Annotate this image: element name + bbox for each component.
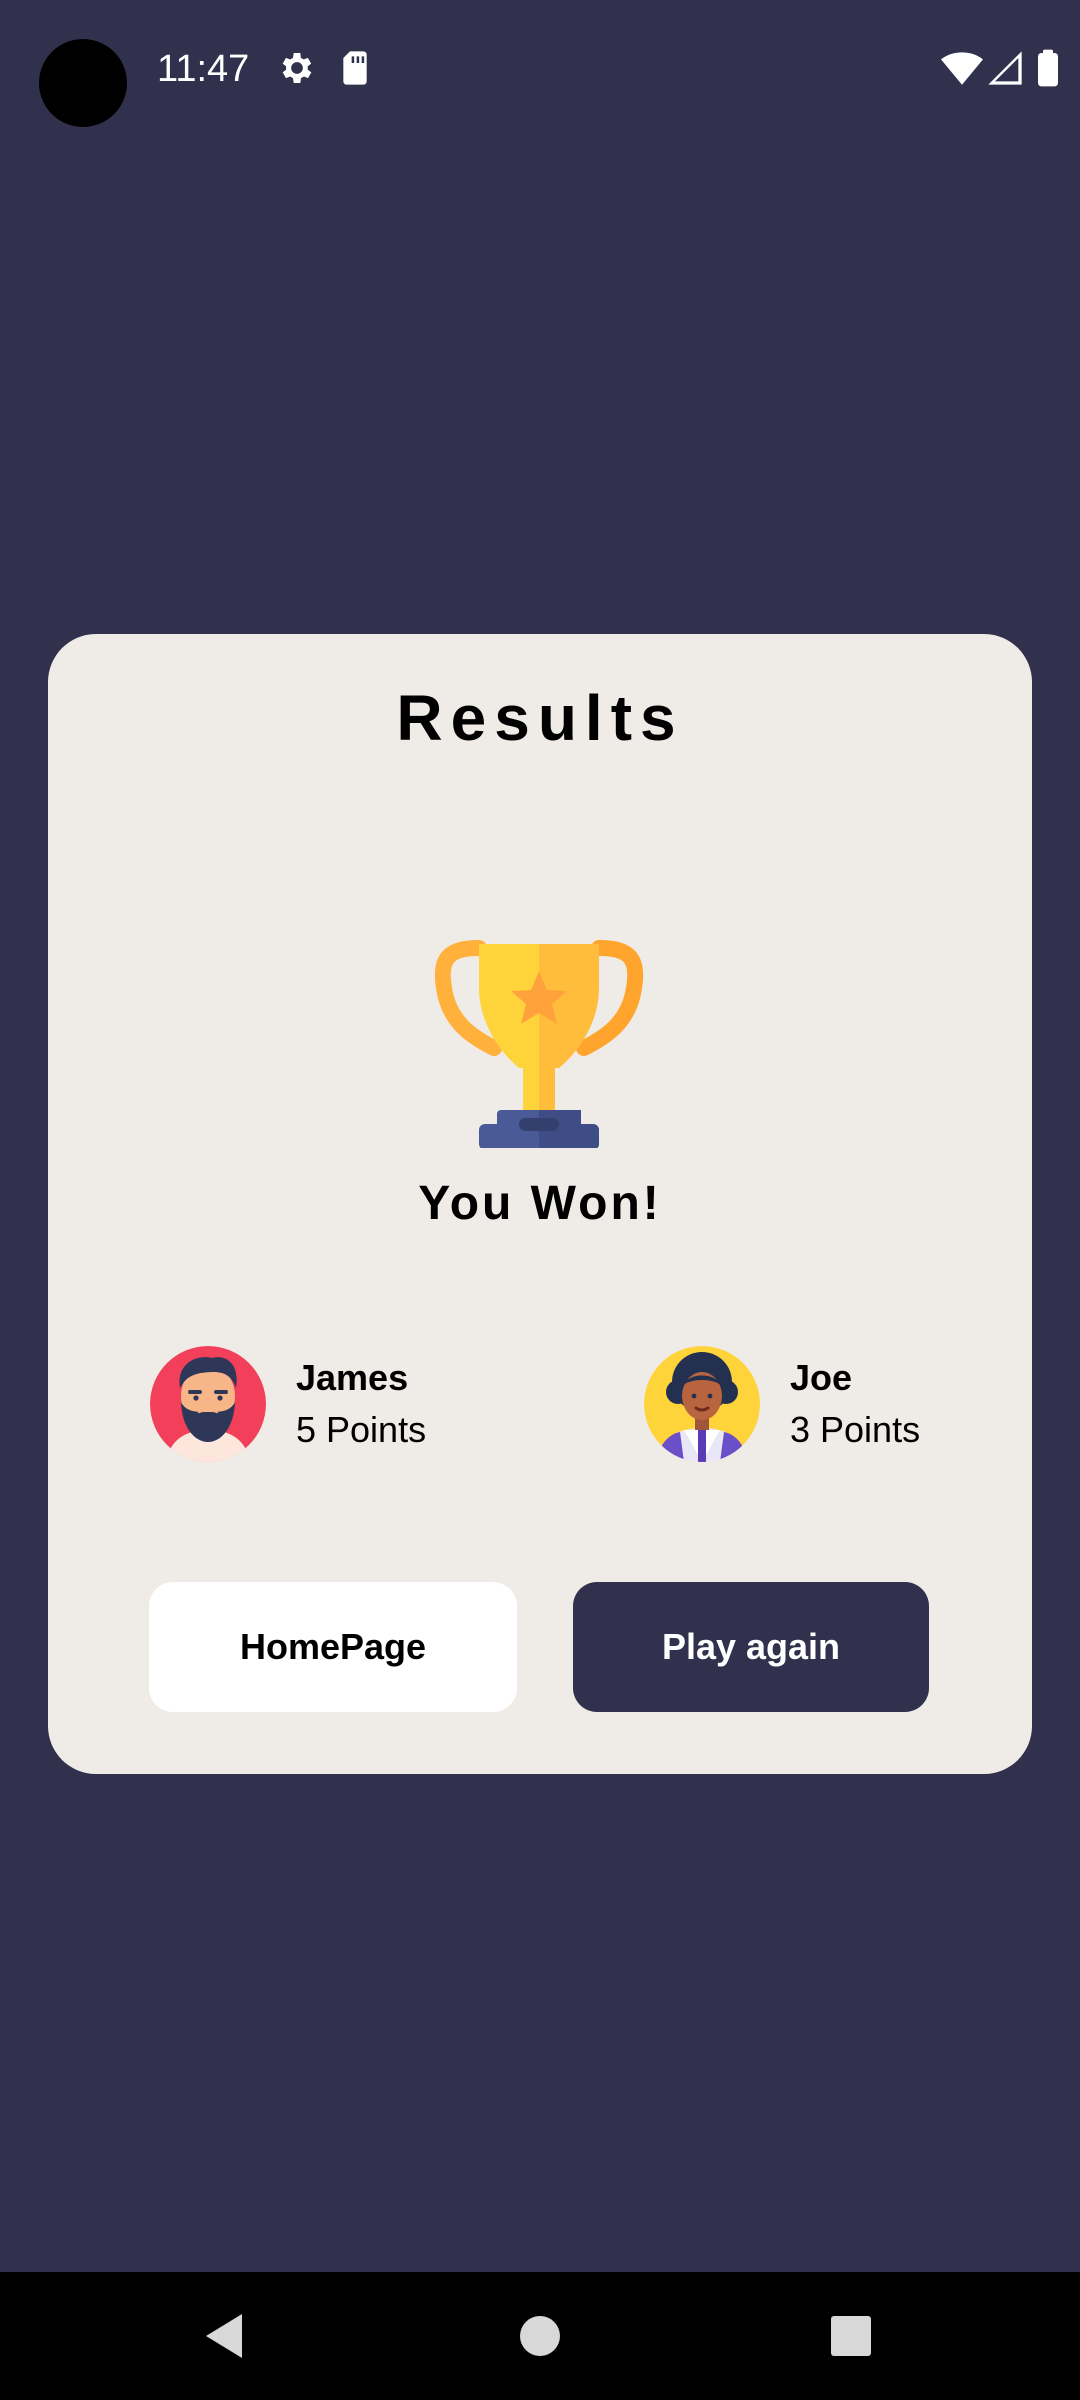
home-icon[interactable] <box>508 2304 572 2368</box>
gear-icon <box>282 53 312 83</box>
play-again-button[interactable]: Play again <box>573 1582 929 1712</box>
player-points: 5 Points <box>296 1409 427 1450</box>
back-icon[interactable] <box>194 2304 258 2368</box>
navigation-bar <box>0 2272 1080 2400</box>
bearded-man-avatar <box>150 1346 266 1462</box>
results-screen: 11:47 Results You Won! James 5 Points Jo… <box>0 0 1080 2400</box>
status-bar: 11:47 <box>0 0 1080 140</box>
trophy-icon <box>434 940 644 1148</box>
player-name: Joe <box>790 1357 853 1398</box>
curly-hair-person-avatar <box>644 1346 760 1462</box>
sd-card-icon <box>343 51 367 85</box>
results-title: Results <box>396 682 684 754</box>
wifi-icon <box>941 52 983 85</box>
player-joe: Joe 3 Points <box>644 1346 984 1466</box>
player-points: 3 Points <box>790 1409 921 1450</box>
status-clock: 11:47 <box>157 48 250 90</box>
player-name: James <box>296 1357 409 1398</box>
results-card: Results You Won! James 5 Points Joe 3 Po… <box>48 634 1032 1774</box>
camera-cutout <box>39 39 127 127</box>
homepage-button[interactable]: HomePage <box>149 1582 517 1712</box>
battery-icon <box>1038 49 1058 87</box>
result-message: You Won! <box>418 1177 662 1230</box>
recents-icon[interactable] <box>819 2304 883 2368</box>
player-james: James 5 Points <box>150 1346 490 1466</box>
signal-icon <box>988 51 1022 85</box>
